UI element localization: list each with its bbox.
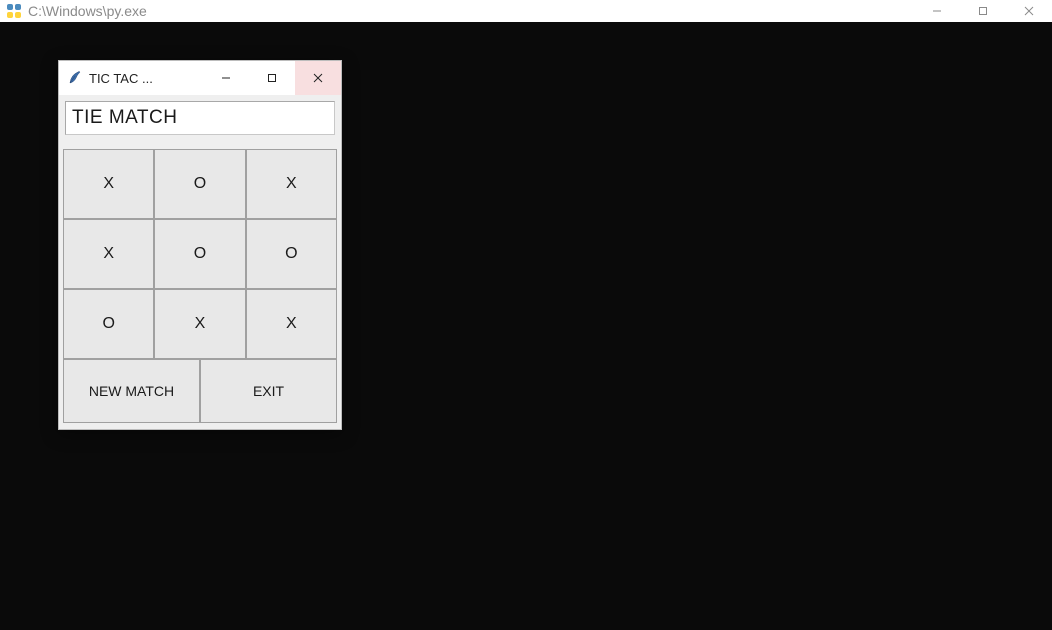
game-controls: NEW MATCH EXIT — [63, 359, 337, 423]
game-maximize-button[interactable] — [249, 61, 295, 95]
game-minimize-button[interactable] — [203, 61, 249, 95]
console-title: C:\Windows\py.exe — [28, 3, 914, 19]
game-close-button[interactable] — [295, 61, 341, 95]
board-cell-1-1[interactable]: O — [154, 219, 245, 289]
game-window: TIC TAC ... TIE MATCH X — [58, 60, 342, 430]
console-window-controls — [914, 0, 1052, 22]
status-entry[interactable]: TIE MATCH — [65, 101, 335, 135]
feather-icon — [67, 70, 83, 86]
game-title: TIC TAC ... — [89, 71, 153, 86]
game-body: TIE MATCH X O X X O O O X X NEW MATCH EX… — [59, 95, 341, 429]
board-cell-0-1[interactable]: O — [154, 149, 245, 219]
maximize-button[interactable] — [960, 0, 1006, 22]
game-titlebar[interactable]: TIC TAC ... — [59, 61, 341, 95]
close-button[interactable] — [1006, 0, 1052, 22]
board-cell-2-0[interactable]: O — [63, 289, 154, 359]
minimize-button[interactable] — [914, 0, 960, 22]
board-cell-2-2[interactable]: X — [246, 289, 337, 359]
game-title-section: TIC TAC ... — [59, 61, 203, 95]
game-window-controls — [203, 61, 341, 95]
board-cell-2-1[interactable]: X — [154, 289, 245, 359]
board-cell-0-2[interactable]: X — [246, 149, 337, 219]
board-cell-0-0[interactable]: X — [63, 149, 154, 219]
game-board: X O X X O O O X X — [63, 149, 337, 359]
board-cell-1-0[interactable]: X — [63, 219, 154, 289]
console-content: TIC TAC ... TIE MATCH X — [0, 22, 1052, 630]
console-titlebar: C:\Windows\py.exe — [0, 0, 1052, 22]
python-launcher-icon — [6, 3, 22, 19]
exit-button[interactable]: EXIT — [200, 359, 337, 423]
console-window: C:\Windows\py.exe — [0, 0, 1052, 630]
board-cell-1-2[interactable]: O — [246, 219, 337, 289]
new-match-button[interactable]: NEW MATCH — [63, 359, 200, 423]
